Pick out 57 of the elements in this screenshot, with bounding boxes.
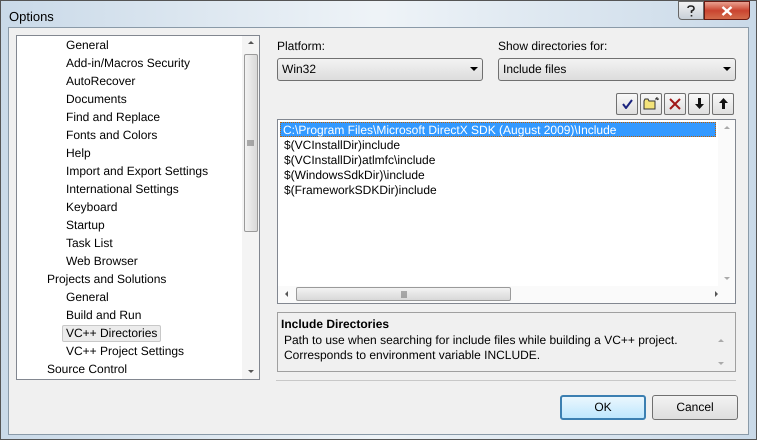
description-title: Include Directories (281, 316, 390, 332)
window-title: Options (9, 8, 54, 26)
move-up-button[interactable] (712, 92, 734, 114)
browse-folder-button[interactable] (640, 92, 662, 114)
grip-icon (247, 140, 254, 146)
checkmark-icon (622, 98, 632, 108)
dropdown-arrow-icon (723, 67, 731, 71)
arrow-up-icon (718, 98, 728, 109)
tree-item[interactable]: Add-in/Macros Security (62, 55, 194, 72)
arrow-down-icon (694, 98, 704, 109)
tree-item[interactable]: Projects and Solutions (43, 271, 170, 288)
tree-item[interactable]: Fonts and Colors (62, 127, 162, 144)
scroll-left-icon[interactable] (285, 291, 288, 297)
scroll-up-icon[interactable] (248, 40, 254, 44)
directory-entry[interactable]: $(WindowsSdkDir)\include (280, 166, 718, 182)
close-icon (721, 6, 733, 16)
tree-item[interactable]: VC++ Directories (62, 325, 162, 342)
grip-icon (400, 290, 406, 298)
tree-item[interactable]: Find and Replace (62, 109, 164, 126)
platform-label: Platform: (277, 38, 326, 54)
tree-item[interactable]: Documents (62, 91, 131, 108)
delete-icon (669, 98, 681, 110)
tree-item[interactable]: General (62, 289, 113, 306)
platform-dropdown[interactable]: Win32 (277, 58, 483, 80)
tree-item[interactable]: General (62, 37, 113, 54)
tree-item[interactable]: Source Control (43, 361, 132, 378)
show-directories-dropdown[interactable]: Include files (498, 58, 736, 80)
cancel-button[interactable]: Cancel (652, 394, 738, 420)
show-directories-label: Show directories for: (498, 38, 608, 54)
ok-button[interactable]: OK (560, 394, 646, 420)
help-button[interactable] (678, 1, 704, 20)
tree-item[interactable]: Web Browser (62, 253, 142, 270)
folder-icon (643, 97, 659, 110)
close-button[interactable] (704, 1, 750, 20)
tree-item[interactable]: Import and Export Settings (62, 163, 212, 180)
horizontal-scroll-thumb[interactable] (296, 287, 511, 301)
tree-item[interactable]: Startup (62, 217, 109, 234)
scroll-right-icon[interactable] (715, 291, 718, 297)
directory-entry[interactable]: $(VCInstallDir)atlmfc\include (280, 152, 718, 166)
scroll-down-icon[interactable] (248, 370, 254, 372)
directory-entry[interactable]: $(VCInstallDir)include (280, 136, 718, 152)
move-down-button[interactable] (688, 92, 710, 114)
tree-item[interactable]: AutoRecover (62, 73, 140, 90)
tree-item[interactable]: VC++ Project Settings (62, 343, 188, 360)
delete-button[interactable] (664, 92, 686, 114)
tree-item[interactable]: Task List (62, 235, 117, 252)
tree-item[interactable]: International Settings (62, 181, 183, 198)
new-line-button[interactable] (616, 92, 638, 114)
scroll-thumb[interactable] (244, 54, 258, 232)
vertical-scrollbar[interactable] (242, 36, 259, 378)
help-icon (687, 4, 695, 16)
dropdown-arrow-icon (470, 67, 478, 71)
tree-item[interactable]: Help (62, 145, 95, 162)
tree-item[interactable]: Keyboard (62, 199, 122, 216)
description-text: Path to use when searching for include files while building a VC++ project. Corresponds to environment variable INCLUDE. (283, 332, 679, 364)
tree-item[interactable]: Build and Run (62, 307, 146, 324)
directory-entry[interactable]: $(FrameworkSDKDir)include (280, 182, 718, 196)
